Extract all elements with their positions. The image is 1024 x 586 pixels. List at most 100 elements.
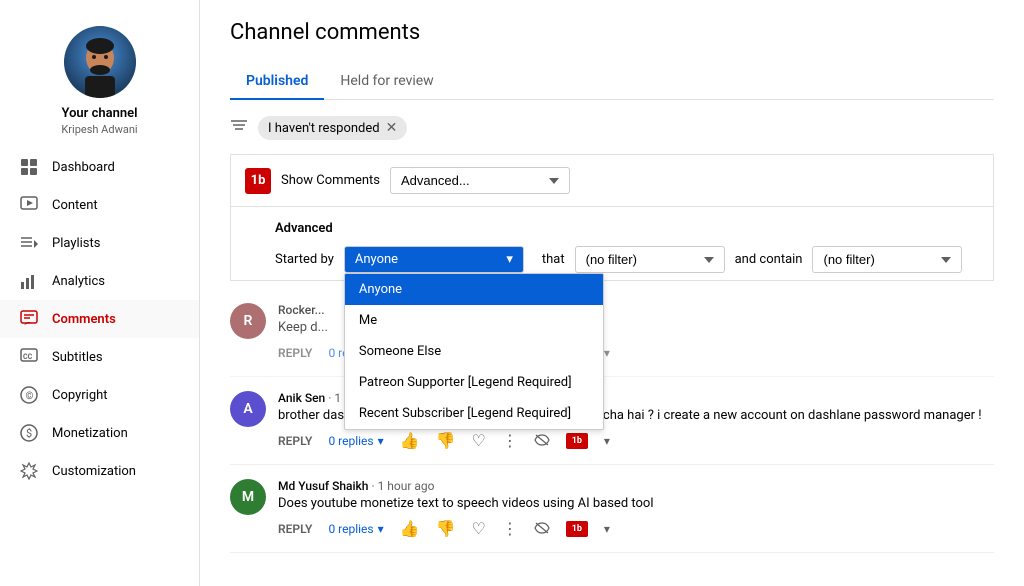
dropdown-option-someone-else[interactable]: Someone Else [345, 336, 603, 367]
advanced-section: Advanced Started by Anyone ▾ Anyone Me S… [230, 206, 994, 281]
playlists-icon [20, 234, 38, 252]
copyright-label: Copyright [52, 388, 108, 403]
sidebar-item-comments[interactable]: Comments [0, 300, 199, 338]
analytics-icon [20, 272, 38, 290]
filter-chip-responded: I haven't responded ✕ [258, 116, 407, 140]
brand-action-icon[interactable]: 1b [566, 433, 588, 449]
comment-text: Does youtube monetize text to speech vid… [278, 496, 654, 511]
contain-label: and contain [735, 246, 803, 274]
sidebar-item-copyright[interactable]: © Copyright [0, 376, 199, 414]
comment-body: Md Yusuf Shaikh · 1 hour ago Does youtub… [278, 479, 654, 538]
monetization-label: Monetization [52, 426, 128, 441]
channel-name: Your channel [61, 106, 137, 121]
copyright-icon: © [20, 386, 38, 404]
that-filter-select[interactable]: (no filter) [575, 246, 725, 273]
reply-button[interactable]: REPLY [278, 346, 312, 360]
replies-count[interactable]: 0 replies ▾ [328, 434, 383, 448]
advanced-title: Advanced [275, 221, 979, 236]
thumbs-up-icon[interactable]: 👍 [400, 431, 420, 450]
filter-icon[interactable] [230, 117, 248, 139]
comment-actions: REPLY 0 replies ▾ 👍 👎 ♡ ⋮ 1b ▾ [278, 519, 654, 538]
tab-held[interactable]: Held for review [324, 63, 449, 99]
dropdown-option-patreon[interactable]: Patreon Supporter [Legend Required] [345, 367, 603, 398]
customization-icon [20, 462, 38, 480]
customization-label: Customization [52, 464, 136, 479]
dropdown-option-anyone[interactable]: Anyone [345, 274, 603, 305]
sidebar-item-monetization[interactable]: $ Monetization [0, 414, 199, 452]
sidebar-item-subtitles[interactable]: CC Subtitles [0, 338, 199, 376]
subtitles-label: Subtitles [52, 350, 103, 365]
reply-button[interactable]: REPLY [278, 434, 312, 448]
comment-avatar: A [230, 391, 266, 427]
reply-button[interactable]: REPLY [278, 522, 312, 536]
chevron-brand-icon: ▾ [604, 346, 610, 360]
filter-chip-close[interactable]: ✕ [386, 120, 398, 136]
comment-author: Md Yusuf Shaikh [278, 479, 368, 493]
tab-published[interactable]: Published [230, 63, 324, 99]
brand-action-icon[interactable]: 1b [566, 521, 588, 537]
chevron-brand-icon: ▾ [604, 522, 610, 536]
thumbs-up-icon[interactable]: 👍 [400, 519, 420, 538]
started-by-dropdown: Anyone ▾ Anyone Me Someone Else Patreon … [344, 246, 524, 273]
comment-actions: REPLY 0 replies ▾ 👍 👎 ♡ ⋮ 1b ▾ [278, 431, 982, 450]
show-comments-select[interactable]: Advanced... [390, 167, 570, 194]
chevron-down-icon: ▾ [378, 522, 384, 536]
monetization-icon: $ [20, 424, 38, 442]
more-icon[interactable]: ⋮ [502, 519, 518, 538]
dashboard-icon [20, 158, 38, 176]
dropdown-option-me[interactable]: Me [345, 305, 603, 336]
heart-icon[interactable]: ♡ [471, 431, 485, 450]
analytics-label: Analytics [52, 274, 105, 289]
chevron-brand-icon: ▾ [604, 434, 610, 448]
comments-label: Comments [52, 312, 116, 327]
avatar-svg [64, 26, 136, 98]
comments-icon [20, 310, 38, 328]
started-by-label: Started by [275, 246, 334, 274]
sidebar-item-playlists[interactable]: Playlists [0, 224, 199, 262]
that-label: that [542, 246, 565, 274]
comment-author: Anik Sen [278, 391, 325, 405]
filter-bar: I haven't responded ✕ [230, 116, 994, 140]
comment-author: Rocker... [278, 303, 325, 317]
channel-subtitle: Kripesh Adwani [61, 123, 137, 136]
hide-icon[interactable] [534, 431, 550, 450]
sidebar-item-dashboard[interactable]: Dashboard [0, 148, 199, 186]
dropdown-option-recent-sub[interactable]: Recent Subscriber [Legend Required] [345, 398, 603, 429]
playlists-label: Playlists [52, 236, 100, 251]
sidebar-item-content[interactable]: Content [0, 186, 199, 224]
contain-filter-select[interactable]: (no filter) [812, 246, 962, 273]
sidebar-item-analytics[interactable]: Analytics [0, 262, 199, 300]
dropdown-trigger[interactable]: Anyone ▾ [344, 246, 524, 273]
heart-icon[interactable]: ♡ [471, 519, 485, 538]
dropdown-selected-value: Anyone [355, 252, 398, 267]
hide-icon[interactable] [534, 519, 550, 538]
channel-info: Your channel Kripesh Adwani [0, 10, 199, 148]
more-icon[interactable]: ⋮ [502, 431, 518, 450]
show-comments-row: 1b Show Comments Advanced... [230, 154, 994, 206]
chevron-down-icon: ▾ [378, 434, 384, 448]
content-icon [20, 196, 38, 214]
comment-item: M Md Yusuf Shaikh · 1 hour ago Does yout… [230, 465, 994, 553]
dropdown-chevron-icon: ▾ [506, 252, 513, 267]
dashboard-label: Dashboard [52, 160, 115, 175]
tabs-bar: Published Held for review [230, 63, 994, 100]
sidebar-item-customization[interactable]: Customization [0, 452, 199, 490]
subtitles-icon: CC [20, 348, 38, 366]
avatar [64, 26, 136, 98]
svg-text:$: $ [26, 427, 32, 440]
page-title: Channel comments [230, 20, 994, 45]
sidebar: Your channel Kripesh Adwani Dashboard Co… [0, 0, 200, 586]
logo-badge: 1b [245, 168, 271, 194]
svg-text:CC: CC [23, 353, 33, 361]
thumbs-down-icon[interactable]: 👎 [436, 431, 456, 450]
comment-time: · 1 hour ago [371, 479, 434, 493]
comment-avatar: M [230, 479, 266, 515]
nav-items: Dashboard Content Playlists Analytics Co… [0, 148, 199, 490]
content-label: Content [52, 198, 98, 213]
comment-avatar: R [230, 303, 266, 339]
show-comments-label: Show Comments [281, 173, 380, 188]
dropdown-list: Anyone Me Someone Else Patreon Supporter… [344, 273, 604, 430]
main-content: Channel comments Published Held for revi… [200, 0, 1024, 586]
thumbs-down-icon[interactable]: 👎 [436, 519, 456, 538]
replies-count[interactable]: 0 replies ▾ [328, 522, 383, 536]
